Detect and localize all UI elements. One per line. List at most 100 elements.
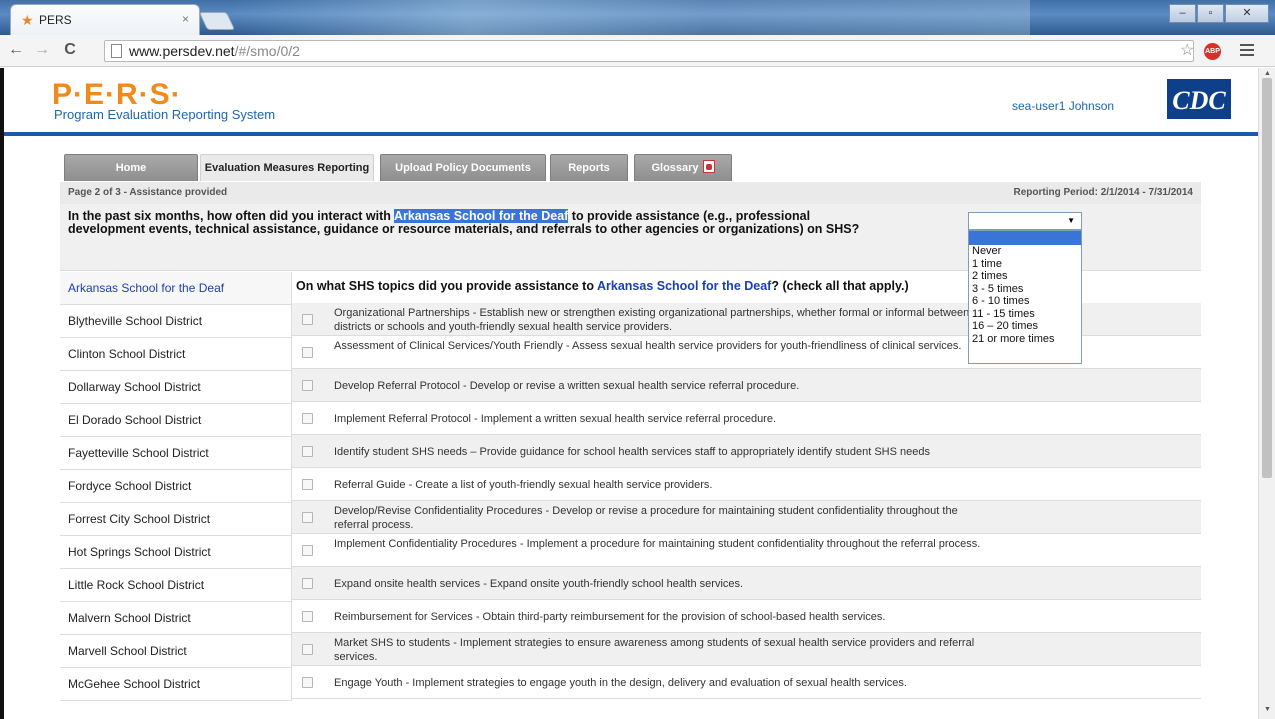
adblock-icon[interactable]: ABP [1204,43,1221,60]
frequency-option-1-time[interactable]: 1 time [969,258,1081,271]
window-controls: – ▫ ✕ [1168,4,1269,23]
titlebar-background [230,0,1030,35]
district-item[interactable]: Marvell School District [60,635,292,668]
topic-checkbox[interactable] [302,512,313,523]
minimize-button[interactable]: – [1169,4,1196,23]
dropdown-arrow-icon: ▼ [1067,216,1075,225]
reporting-period: Reporting Period: 2/1/2014 - 7/31/2014 [1013,187,1193,198]
topic-checkbox[interactable] [302,413,313,424]
scroll-up-icon[interactable]: ▲ [1264,70,1271,77]
topic-row: Reimbursement for Services - Obtain thir… [292,600,1201,633]
window-titlebar: ★ PERS × – ▫ ✕ [0,0,1275,35]
pdf-icon [702,159,715,173]
tab-glossary[interactable]: Glossary [634,154,732,181]
frequency-option-3-5-times[interactable]: 3 - 5 times [969,283,1081,296]
question-area: In the past six months, how often did yo… [60,204,1201,364]
info-bar: Page 2 of 3 - Assistance provided Report… [60,182,1201,204]
site-header: P·E·R·S· Program Evaluation Reporting Sy… [4,68,1258,134]
topic-row: Market SHS to students - Implement strat… [292,633,1201,666]
district-item[interactable]: Forrest City School District [60,503,292,536]
topic-label: Referral Guide - Create a list of youth-… [334,479,713,491]
tab-glossary-label: Glossary [651,162,699,174]
district-item[interactable]: Dollarway School District [60,371,292,404]
topic-label: Assessment of Clinical Services/Youth Fr… [334,340,962,352]
district-item[interactable]: Clinton School District [60,338,292,371]
topic-label: Implement Confidentiality Procedures - I… [334,538,981,550]
site-subtitle: Program Evaluation Reporting System [54,107,276,122]
header-divider [4,132,1258,136]
topic-row: Expand onsite health services - Expand o… [292,567,1201,600]
topics-org: Arkansas School for the Deaf [596,279,772,293]
url-text: www.persdev.net/#/smo/0/2 [129,43,300,59]
frequency-dropdown-list: Never 1 time 2 times 3 - 5 times 6 - 10 … [968,230,1082,364]
address-bar[interactable]: www.persdev.net/#/smo/0/2 [104,40,1194,62]
main-content: Page 2 of 3 - Assistance provided Report… [60,182,1201,719]
tab-close-icon[interactable]: × [182,12,189,26]
district-item[interactable]: Blytheville School District [60,305,292,338]
topic-checkbox[interactable] [302,446,313,457]
frequency-option-11-15-times[interactable]: 11 - 15 times [969,308,1081,321]
close-window-button[interactable]: ✕ [1225,4,1269,23]
forward-arrow-icon[interactable]: → [32,41,52,59]
browser-tab[interactable]: ★ PERS × [10,4,200,35]
frequency-option-21-plus-times[interactable]: 21 or more times [969,333,1081,346]
back-arrow-icon[interactable]: ← [6,41,26,59]
frequency-option-never[interactable]: Never [969,245,1081,258]
topic-label: Implement Referral Protocol - Implement … [334,413,777,425]
tab-home[interactable]: Home [64,154,198,181]
topic-checkbox[interactable] [302,479,313,490]
frequency-option-16-20-times[interactable]: 16 – 20 times [969,320,1081,333]
district-item[interactable]: El Dorado School District [60,404,292,437]
district-item[interactable]: Hot Springs School District [60,536,292,569]
tab-title: PERS [39,13,72,27]
district-item[interactable]: Fordyce School District [60,470,292,503]
tab-evaluation-measures[interactable]: Evaluation Measures Reporting [200,154,374,181]
topic-label: Expand onsite health services - Expand o… [334,578,744,590]
frequency-select[interactable]: ▼ [968,212,1082,230]
web-page: P·E·R·S· Program Evaluation Reporting Sy… [0,68,1258,719]
page-icon [111,44,122,58]
topic-row: Referral Guide - Create a list of youth-… [292,468,1201,501]
scroll-down-icon[interactable]: ▼ [1264,706,1271,713]
bookmark-star-icon[interactable]: ☆ [1180,40,1194,60]
frequency-option-2-times[interactable]: 2 times [969,270,1081,283]
page-scrollbar[interactable]: ▲ ▼ [1258,68,1275,719]
cdc-logo: CDC [1167,79,1231,119]
topic-checkbox[interactable] [302,380,313,391]
highlighted-org: Arkansas School for the Deaf [393,209,569,223]
district-item[interactable]: Arkansas School for the Deaf [60,272,292,305]
district-item[interactable]: Little Rock School District [60,569,292,602]
topic-checkbox[interactable] [302,347,313,358]
frequency-option-blank[interactable] [969,231,1081,245]
topic-label: Identify student SHS needs – Provide gui… [334,446,930,458]
topic-checkbox[interactable] [302,611,313,622]
topic-label: Develop Referral Protocol - Develop or r… [334,380,800,392]
district-item[interactable]: Fayetteville School District [60,437,292,470]
tab-upload-policy[interactable]: Upload Policy Documents [380,154,546,181]
topic-row: Develop Referral Protocol - Develop or r… [292,369,1201,402]
frequency-question: In the past six months, how often did yo… [68,209,860,236]
topic-label: Reimbursement for Services - Obtain thir… [334,611,886,623]
topic-row: Implement Confidentiality Procedures - I… [292,534,1201,567]
reload-icon[interactable]: C [60,41,80,59]
user-name-link[interactable]: sea-user1 Johnson [1012,99,1114,113]
topic-checkbox[interactable] [302,314,313,325]
browser-menu-icon[interactable] [1240,44,1254,59]
tab-reports[interactable]: Reports [550,154,628,181]
frequency-option-6-10-times[interactable]: 6 - 10 times [969,295,1081,308]
topic-checkbox[interactable] [302,644,313,655]
district-item[interactable]: Malvern School District [60,602,292,635]
topic-checkbox[interactable] [302,578,313,589]
topic-row: Identify student SHS needs – Provide gui… [292,435,1201,468]
district-item[interactable]: McGehee School District [60,668,292,701]
district-list: Arkansas School for the Deaf Blytheville… [60,272,292,701]
maximize-button[interactable]: ▫ [1197,4,1224,23]
scrollbar-thumb[interactable] [1262,78,1272,478]
favicon-star-icon: ★ [21,12,34,28]
page-indicator: Page 2 of 3 - Assistance provided [68,187,228,198]
browser-toolbar: ← → C www.persdev.net/#/smo/0/2 ☆ ABP [0,35,1275,67]
topic-checkbox[interactable] [302,677,313,688]
topic-label: Develop/Revise Confidentiality Procedure… [334,505,958,531]
topic-row: Develop/Revise Confidentiality Procedure… [292,501,1201,534]
topic-checkbox[interactable] [302,545,313,556]
